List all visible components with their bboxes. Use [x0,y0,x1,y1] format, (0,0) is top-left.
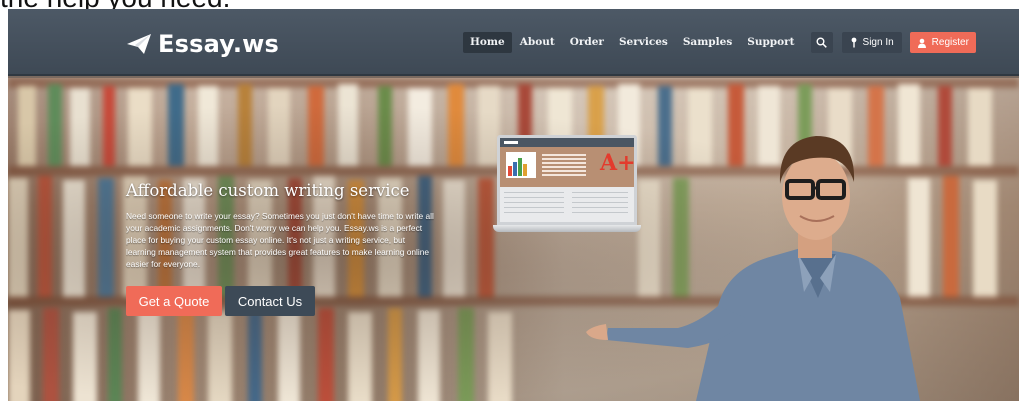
nav-support[interactable]: Support [740,32,801,53]
signin-label: Sign In [862,37,894,48]
logo-text: Essay.ws [158,30,280,58]
get-a-quote-button[interactable]: Get a Quote [126,286,222,316]
key-icon [851,37,856,48]
register-button[interactable]: Register [909,32,976,53]
hero-title: Affordable custom writing service [126,181,410,200]
search-button[interactable] [810,32,833,53]
nav-samples[interactable]: Samples [676,32,739,53]
laptop-grade-label: A+ [600,150,636,176]
nav-services[interactable]: Services [612,32,675,53]
laptop-image: A+ [493,135,641,239]
search-icon [816,37,827,48]
signin-button[interactable]: Sign In [841,32,902,53]
site-logo[interactable]: Essay.ws [126,29,279,59]
nav-about[interactable]: About [513,32,562,53]
user-icon [917,38,926,48]
register-label: Register [931,37,969,48]
paper-plane-icon [127,34,151,54]
site-header: Essay.ws Home About Order Services Sampl… [8,9,1019,76]
man-holding-laptop-image [586,136,920,401]
main-nav: Home About Order Services Samples Suppor… [463,32,976,53]
hero-description: Need someone to write your essay? Someti… [126,211,434,269]
website-screenshot: Essay.ws Home About Order Services Sampl… [8,9,1019,401]
nav-order[interactable]: Order [563,32,611,53]
contact-us-button[interactable]: Contact Us [225,286,315,316]
nav-home[interactable]: Home [463,32,512,53]
